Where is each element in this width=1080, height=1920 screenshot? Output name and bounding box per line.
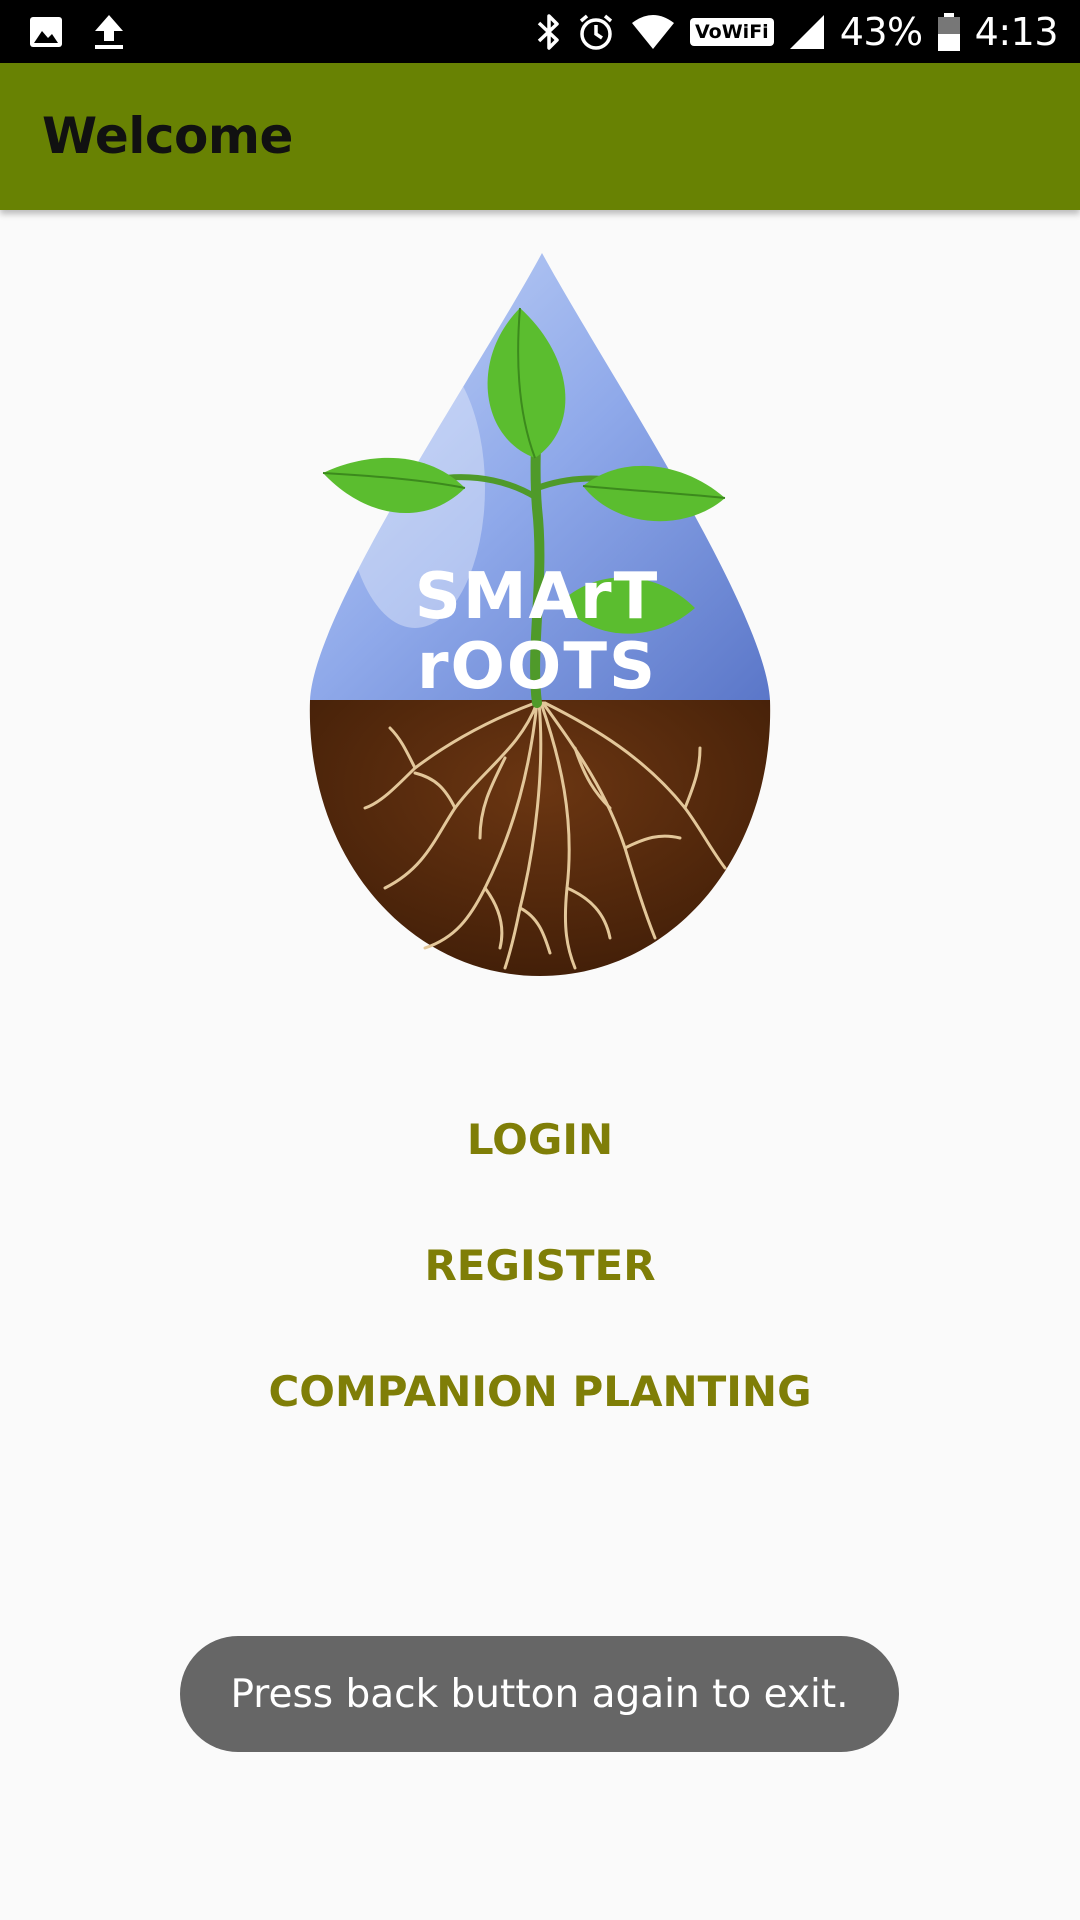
vowifi-badge: VoWiFi bbox=[690, 17, 774, 46]
logo-text-line1: SMArT bbox=[415, 560, 660, 634]
page-title: Welcome bbox=[42, 107, 293, 165]
smart-roots-logo: SMArT rOOTS bbox=[309, 253, 771, 976]
login-button[interactable]: LOGIN bbox=[0, 1115, 1080, 1164]
clock: 4:13 bbox=[974, 9, 1059, 54]
status-bar-system: VoWiFi 43% 4:13 bbox=[536, 0, 1059, 63]
bluetooth-icon bbox=[537, 13, 559, 50]
battery-icon bbox=[937, 12, 960, 51]
battery-percent: 43% bbox=[839, 9, 923, 54]
alarm-icon bbox=[579, 14, 613, 50]
toast-message: Press back button again to exit. bbox=[230, 1671, 849, 1717]
app-bar: Welcome bbox=[0, 63, 1080, 210]
register-button[interactable]: REGISTER bbox=[0, 1241, 1080, 1290]
companion-planting-button[interactable]: COMPANION PLANTING bbox=[0, 1367, 1080, 1416]
upload-icon bbox=[95, 15, 123, 49]
image-icon bbox=[30, 17, 62, 47]
toast: Press back button again to exit. bbox=[180, 1636, 899, 1752]
logo-text-line2: rOOTS bbox=[417, 630, 657, 704]
wifi-icon bbox=[632, 14, 674, 49]
signal-icon bbox=[789, 14, 824, 49]
status-bar: VoWiFi 43% 4:13 bbox=[0, 0, 1080, 63]
status-bar-notifications bbox=[28, 12, 126, 52]
